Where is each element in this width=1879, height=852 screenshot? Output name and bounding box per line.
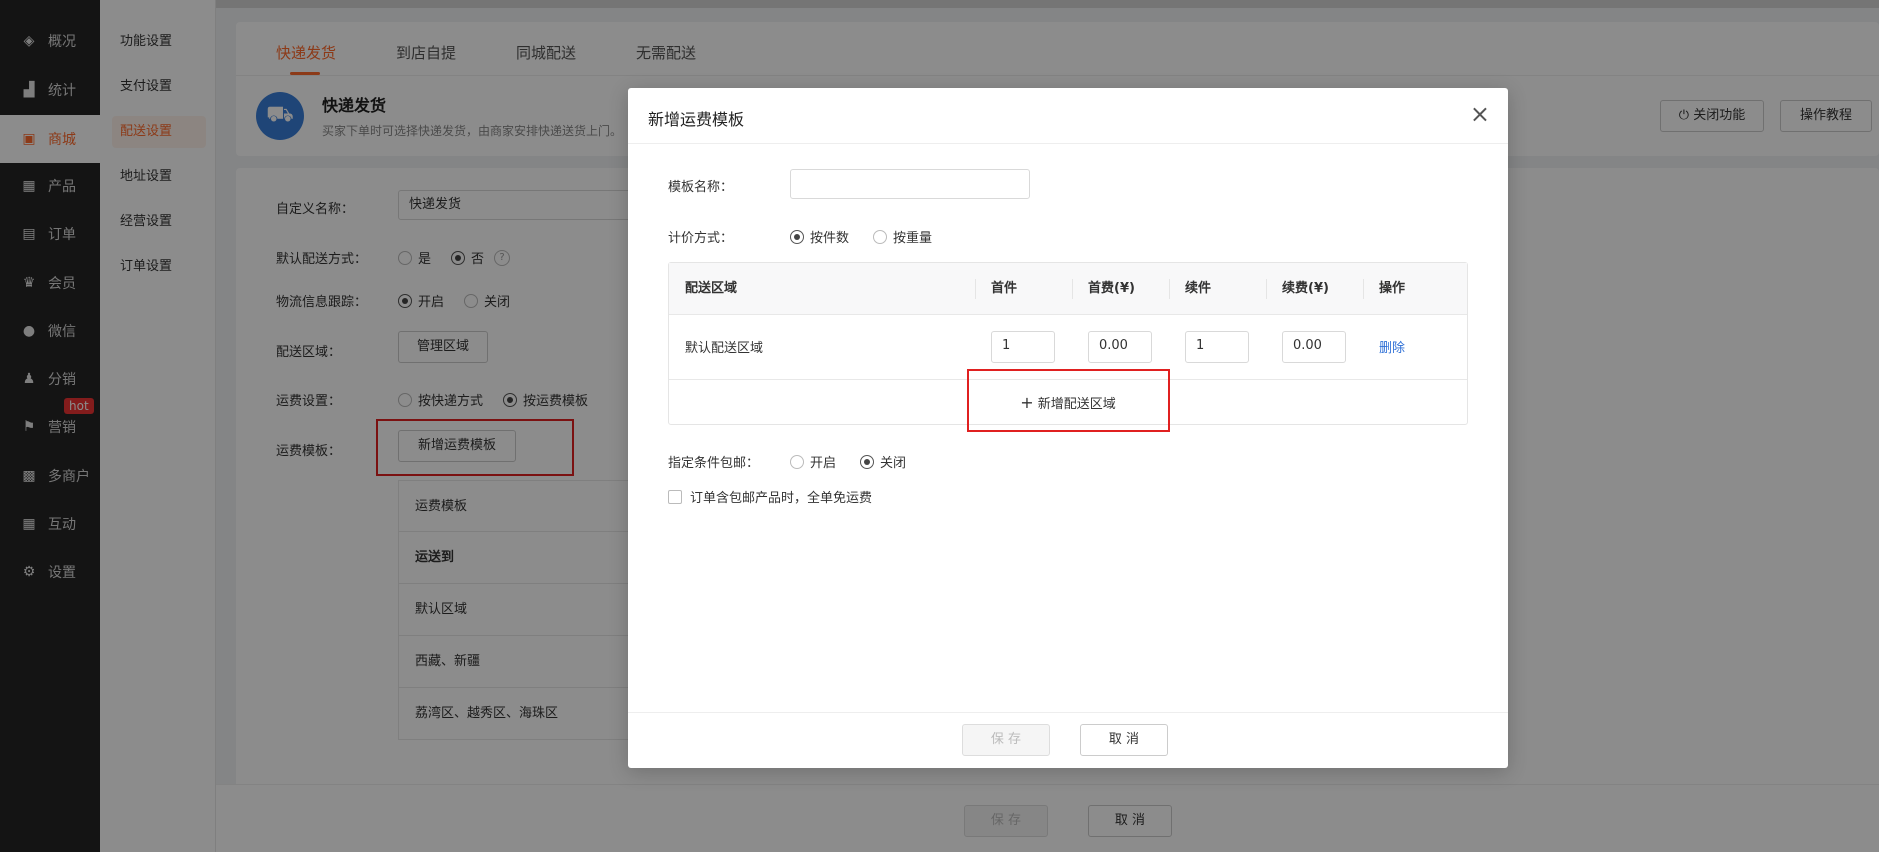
free-on-label: 开启 bbox=[810, 456, 837, 471]
free-shipping-label: 指定条件包邮： bbox=[668, 456, 760, 471]
modal-footer: 保 存 取 消 bbox=[628, 712, 1508, 768]
col-divider bbox=[1363, 279, 1364, 299]
free-shipping-off-radio[interactable] bbox=[860, 454, 875, 469]
col-first-fee: 首费(¥) bbox=[1088, 281, 1135, 296]
close-icon[interactable]: × bbox=[1470, 100, 1490, 128]
template-name-label: 模板名称： bbox=[668, 180, 734, 195]
modal-cancel-button[interactable]: 取 消 bbox=[1080, 724, 1168, 756]
modal-title: 新增运费模板 bbox=[648, 110, 745, 129]
free-off-label: 关闭 bbox=[880, 456, 907, 471]
by-count-label: 按件数 bbox=[810, 231, 850, 246]
col-first: 首件 bbox=[991, 281, 1018, 296]
highlight-add-area bbox=[967, 369, 1170, 432]
next-count-input[interactable]: 1 bbox=[1185, 331, 1249, 363]
modal-save-button[interactable]: 保 存 bbox=[962, 724, 1050, 756]
template-name-input[interactable] bbox=[790, 169, 1030, 199]
pricing-by-count-radio[interactable] bbox=[790, 229, 804, 244]
next-fee-input[interactable]: 0.00 bbox=[1282, 331, 1346, 363]
delete-link[interactable]: 删除 bbox=[1379, 337, 1405, 356]
col-action: 操作 bbox=[1379, 281, 1406, 296]
free-shipping-checkbox[interactable] bbox=[668, 489, 682, 504]
add-fee-template-modal: 新增运费模板 × 模板名称： 计价方式： 按件数 按重量 配送区域 首件 首费(… bbox=[628, 88, 1508, 768]
col-next-fee: 续费(¥) bbox=[1282, 281, 1329, 296]
row-area: 默认配送区域 bbox=[685, 341, 764, 356]
pricing-method-label: 计价方式： bbox=[668, 231, 734, 246]
col-divider bbox=[1169, 279, 1170, 299]
by-weight-label: 按重量 bbox=[893, 231, 933, 246]
free-shipping-on-radio[interactable] bbox=[790, 454, 804, 469]
col-divider bbox=[1266, 279, 1267, 299]
table-header bbox=[669, 263, 1467, 315]
checkbox-label: 订单含包邮产品时，全单免运费 bbox=[690, 491, 873, 506]
col-divider bbox=[975, 279, 976, 299]
pricing-by-weight-radio[interactable] bbox=[873, 229, 888, 244]
col-divider bbox=[1072, 279, 1073, 299]
first-fee-input[interactable]: 0.00 bbox=[1088, 331, 1152, 363]
col-next: 续件 bbox=[1185, 281, 1212, 296]
modal-header: 新增运费模板 × bbox=[628, 88, 1508, 144]
col-area: 配送区域 bbox=[685, 281, 738, 296]
first-count-input[interactable]: 1 bbox=[991, 331, 1055, 363]
